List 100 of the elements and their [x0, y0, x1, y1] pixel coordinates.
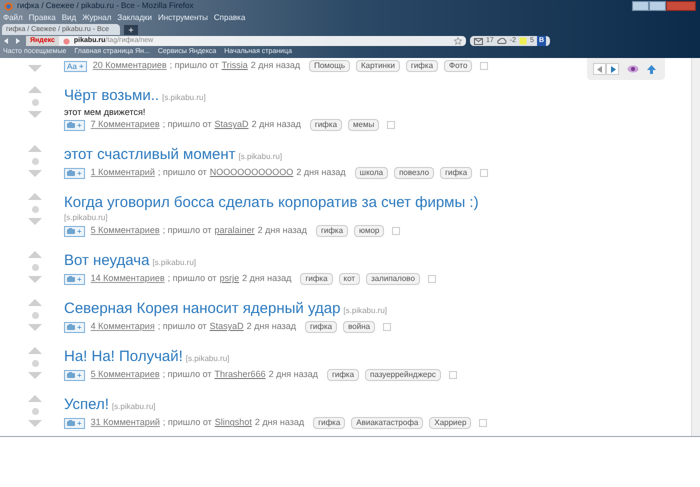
author-link[interactable]: Thrasher666: [214, 368, 266, 382]
post-title[interactable]: Чёрт возьми..: [64, 86, 160, 105]
tag[interactable]: гифка: [316, 225, 348, 237]
menu-item[interactable]: Правка: [28, 12, 56, 24]
tag[interactable]: Помощь: [309, 60, 350, 72]
tag[interactable]: кот: [338, 273, 360, 285]
post-time: 2 дня назад: [242, 272, 292, 286]
menu-item[interactable]: Вид: [62, 12, 76, 24]
save-icon[interactable]: [387, 121, 396, 129]
save-icon[interactable]: [480, 169, 488, 177]
comments-link[interactable]: 7 Комментариев: [90, 118, 160, 132]
tag[interactable]: гифка: [313, 417, 346, 429]
mail-icon[interactable]: [474, 38, 483, 44]
tag[interactable]: школа: [354, 167, 388, 179]
author-link[interactable]: paralainer: [214, 224, 255, 238]
rate-button[interactable]: +: [64, 274, 85, 284]
downvote-icon[interactable]: [28, 170, 42, 177]
comments-link[interactable]: 5 Комментариев: [90, 224, 160, 238]
save-icon[interactable]: [383, 323, 392, 331]
tag[interactable]: гифка: [326, 369, 360, 381]
rate-button[interactable]: +: [64, 168, 85, 178]
author-link[interactable]: Slingshot: [214, 416, 252, 430]
post-title[interactable]: этот счастливый момент: [64, 145, 236, 164]
new-tab-button[interactable]: +: [124, 25, 138, 35]
star-icon[interactable]: [454, 37, 462, 45]
tag[interactable]: гифка: [406, 60, 438, 72]
save-icon[interactable]: [479, 419, 488, 427]
comments-link[interactable]: 14 Комментариев: [90, 272, 165, 286]
upvote-icon[interactable]: [28, 299, 42, 306]
tag[interactable]: юмор: [354, 225, 384, 237]
upvote-icon[interactable]: [28, 395, 42, 402]
author-link[interactable]: StasyaD: [214, 118, 249, 132]
save-icon[interactable]: [448, 371, 457, 379]
comments-link[interactable]: 5 Комментариев: [90, 368, 160, 382]
rate-button[interactable]: +: [64, 120, 85, 130]
rate-button[interactable]: +: [64, 226, 85, 236]
save-icon[interactable]: [392, 227, 400, 235]
tag[interactable]: Фото: [444, 60, 472, 72]
post-title[interactable]: Северная Корея наносит ядерный удар: [64, 299, 340, 318]
previous-button[interactable]: [593, 63, 606, 75]
tag[interactable]: залипалово: [366, 273, 420, 285]
upvote-icon[interactable]: [28, 193, 42, 200]
menu-item[interactable]: Журнал: [82, 12, 112, 24]
downvote-icon[interactable]: [28, 420, 42, 427]
rate-button[interactable]: +: [64, 322, 85, 332]
menu-item[interactable]: Файл: [3, 12, 23, 24]
tag[interactable]: Картинки: [356, 60, 400, 72]
save-icon[interactable]: [480, 62, 488, 70]
upvote-icon[interactable]: [28, 347, 42, 354]
downvote-icon[interactable]: [28, 111, 42, 118]
menu-item[interactable]: Инструменты: [158, 12, 208, 24]
tag[interactable]: гифка: [310, 119, 342, 131]
minimize-button[interactable]: [632, 1, 649, 11]
downvote-icon[interactable]: [28, 324, 42, 331]
downvote-icon[interactable]: [28, 372, 42, 379]
tag[interactable]: мемы: [348, 119, 380, 131]
scrollbar[interactable]: [691, 58, 700, 436]
post-title[interactable]: Вот неудача: [64, 251, 150, 270]
tag[interactable]: война: [343, 321, 376, 333]
post-title[interactable]: Когда уговорил босса сделать корпоратив за счет фирмы :): [64, 193, 479, 212]
rate-button[interactable]: +: [64, 370, 85, 380]
tag[interactable]: гифка: [305, 321, 338, 333]
rate-button[interactable]: +: [64, 418, 85, 428]
note-icon[interactable]: [519, 37, 528, 45]
menu-item[interactable]: Справка: [214, 12, 246, 24]
downvote-icon[interactable]: [28, 65, 42, 72]
downvote-icon[interactable]: [28, 276, 42, 283]
back-icon[interactable]: [2, 37, 10, 45]
comments-link[interactable]: 4 Комментария: [90, 320, 155, 334]
upvote-icon[interactable]: [28, 251, 42, 258]
comments-link[interactable]: 31 Комментарий: [90, 416, 160, 430]
downvote-icon[interactable]: [28, 218, 42, 225]
tag[interactable]: Харриер: [429, 417, 472, 429]
source-label: [s.pikabu.ru]: [112, 401, 156, 413]
next-button[interactable]: [606, 63, 619, 75]
post-title[interactable]: На! На! Получай!: [64, 347, 183, 366]
tag[interactable]: гифка: [300, 273, 333, 285]
tag[interactable]: гифка: [440, 167, 472, 179]
comments-link[interactable]: 20 Комментариев: [92, 59, 167, 73]
menu-item[interactable]: Закладки: [117, 12, 152, 24]
author-link[interactable]: StasyaD: [210, 320, 244, 334]
rate-button[interactable]: Aa +: [64, 60, 87, 72]
tag[interactable]: повезло: [394, 167, 434, 179]
upvote-icon[interactable]: [28, 86, 42, 93]
author-link[interactable]: Trissia: [222, 59, 248, 73]
close-button[interactable]: [666, 1, 696, 11]
tag[interactable]: Авиакатастрофа: [351, 417, 424, 429]
author-link[interactable]: psrje: [220, 272, 240, 286]
up-arrow-icon[interactable]: [647, 64, 656, 74]
upvote-icon[interactable]: [28, 145, 42, 152]
eye-icon[interactable]: [627, 65, 639, 73]
save-icon[interactable]: [428, 275, 436, 283]
posted-by-label: ; пришло от: [162, 224, 212, 238]
comments-link[interactable]: 1 Комментарий: [90, 166, 155, 180]
post-title[interactable]: Успел!: [64, 395, 109, 414]
forward-icon[interactable]: [14, 37, 22, 45]
maximize-button[interactable]: [649, 1, 666, 11]
tag[interactable]: пазуеррейнджерс: [365, 369, 441, 381]
author-link[interactable]: NOOOOOOOOOOO: [210, 166, 294, 180]
cloud-icon[interactable]: [496, 38, 507, 44]
